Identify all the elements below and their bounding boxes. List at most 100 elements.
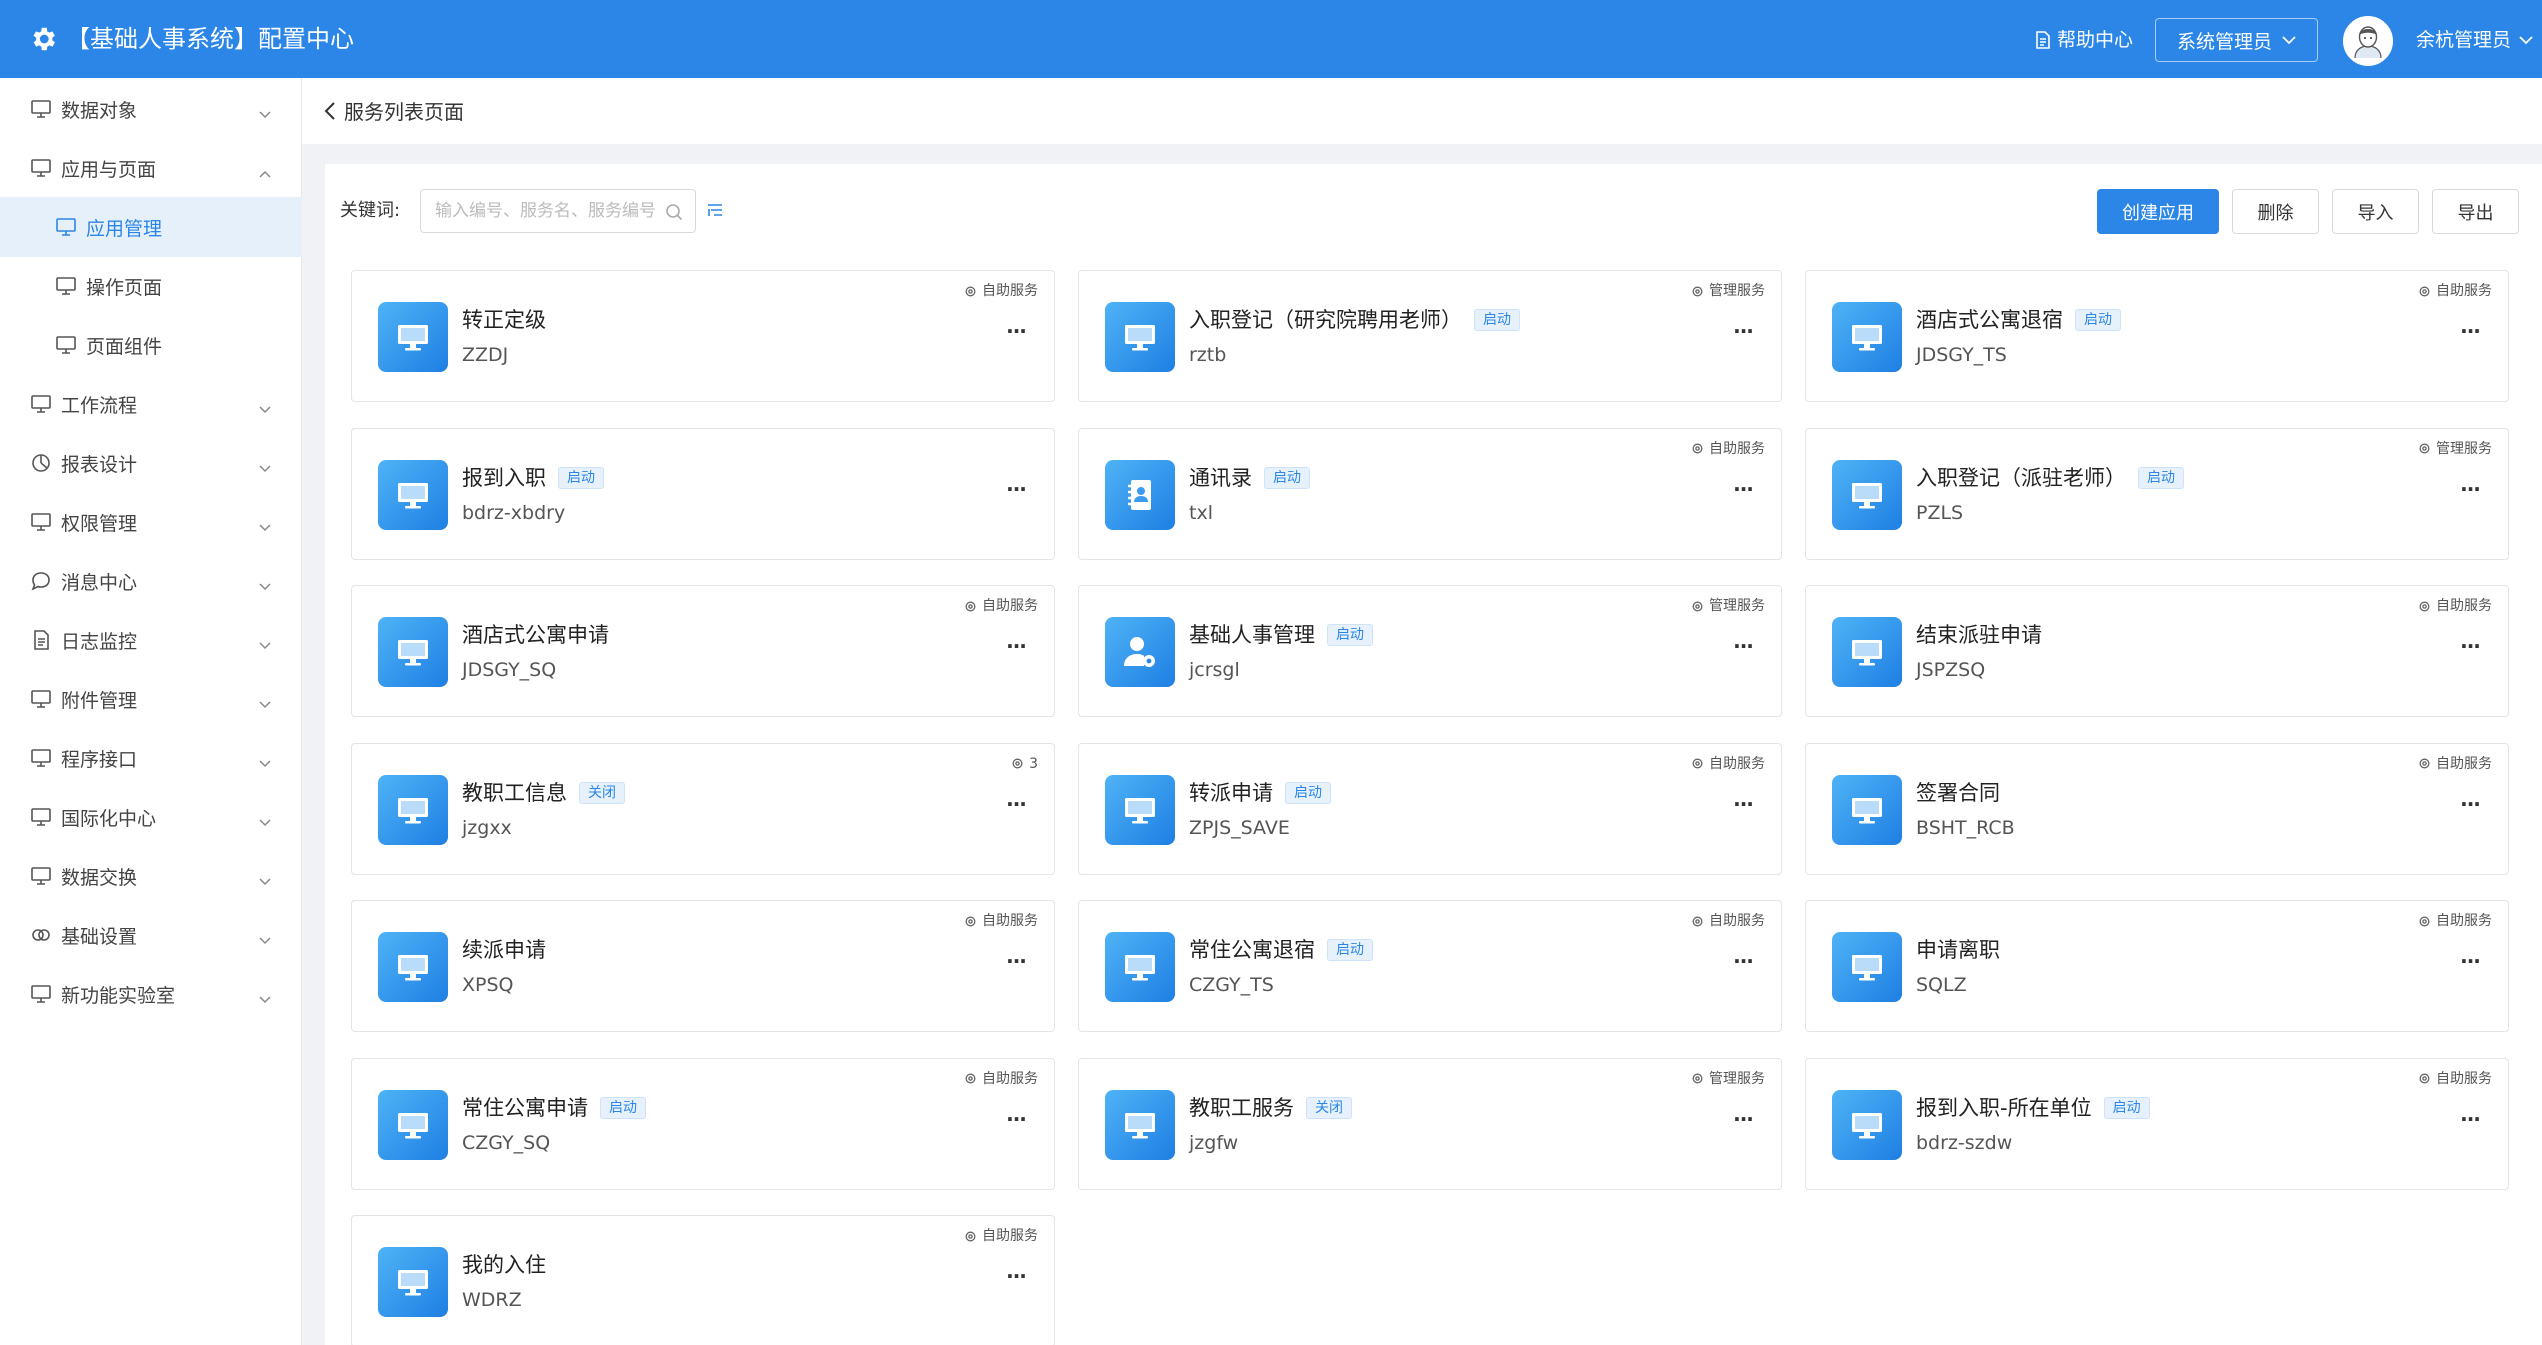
- sidebar-item-label: 新功能实验室: [61, 984, 176, 1007]
- avatar[interactable]: [2343, 16, 2393, 66]
- create-app-button[interactable]: 创建应用: [2097, 189, 2219, 234]
- more-options-icon[interactable]: ···: [1731, 321, 1755, 347]
- search-input[interactable]: [435, 190, 660, 232]
- more-options-icon[interactable]: ···: [2458, 479, 2482, 505]
- more-options-icon[interactable]: ···: [2458, 951, 2482, 977]
- more-options-icon[interactable]: ···: [1004, 794, 1028, 820]
- app-card[interactable]: 基础人事管理 启动 jcrsgl 管理服务 ···: [1078, 585, 1782, 717]
- sidebar-item[interactable]: 程序接口: [0, 728, 302, 788]
- sidebar-item[interactable]: 国际化中心: [0, 787, 302, 847]
- more-options-icon[interactable]: ···: [1004, 1266, 1028, 1292]
- search-icon[interactable]: [665, 203, 683, 221]
- page-topbar: 服务列表页面: [302, 78, 2542, 144]
- user-menu[interactable]: 余杭管理员: [2416, 26, 2533, 54]
- sidebar-item[interactable]: 应用与页面: [0, 138, 302, 198]
- app-code: jzgfw: [1189, 1131, 1239, 1154]
- app-card[interactable]: 通讯录 启动 txl 自助服务 ···: [1078, 427, 1782, 560]
- monitor-icon: [30, 689, 52, 709]
- app-code: WDRZ: [462, 1289, 522, 1311]
- app-card[interactable]: 申请离职 SQLZ 自助服务 ···: [1805, 900, 2509, 1032]
- app-card[interactable]: 转正定级 ZZDJ 自助服务 ···: [351, 270, 1055, 402]
- service-type-label: 自助服务: [982, 1070, 1038, 1087]
- monitor-icon: [1105, 932, 1175, 1002]
- more-options-icon[interactable]: ···: [2458, 321, 2482, 347]
- service-type: 管理服务: [1691, 1069, 1765, 1089]
- app-card[interactable]: 签署合同 BSHT_RCB 自助服务 ···: [1805, 742, 2509, 875]
- app-code: XPSQ: [462, 974, 514, 996]
- service-type-label: 自助服务: [1709, 440, 1765, 457]
- more-options-icon[interactable]: ···: [1731, 794, 1755, 820]
- app-code: JDSGY_SQ: [462, 659, 557, 681]
- chevron-down-icon: [258, 811, 272, 827]
- keyword-label: 关键词:: [340, 200, 401, 221]
- sidebar-item[interactable]: 页面组件: [0, 315, 302, 375]
- monitor-icon: [30, 158, 52, 178]
- sidebar-item-label: 附件管理: [61, 689, 138, 712]
- app-code: JSPZSQ: [1916, 659, 1986, 681]
- import-button[interactable]: 导入: [2332, 189, 2419, 234]
- role-select[interactable]: 系统管理员: [2155, 18, 2318, 62]
- sidebar-item[interactable]: 消息中心: [0, 551, 302, 611]
- more-options-icon[interactable]: ···: [1731, 479, 1755, 505]
- more-options-icon[interactable]: ···: [1731, 636, 1755, 662]
- app-card[interactable]: 报到入职-所在单位 启动 bdrz-szdw 自助服务 ···: [1805, 1057, 2509, 1190]
- role-select-value: 系统管理员: [2176, 30, 2272, 53]
- sidebar-item-label: 页面组件: [86, 335, 163, 358]
- app-card[interactable]: 教职工服务 关闭 jzgfw 管理服务 ···: [1078, 1057, 1782, 1190]
- app-card[interactable]: 结束派驻申请 JSPZSQ 自助服务 ···: [1805, 585, 2509, 717]
- app-card[interactable]: 报到入职 启动 bdrz-xbdry ···: [351, 427, 1055, 560]
- monitor-icon: [378, 932, 448, 1002]
- app-card[interactable]: 酒店式公寓申请 JDSGY_SQ 自助服务 ···: [351, 585, 1055, 717]
- sidebar-item[interactable]: 报表设计: [0, 433, 302, 493]
- sidebar-item[interactable]: 数据对象: [0, 79, 302, 139]
- sidebar-item[interactable]: 附件管理: [0, 669, 302, 729]
- gear-icon: [2419, 286, 2430, 296]
- app-name: 入职登记（研究院聘用老师）: [1189, 308, 1462, 332]
- sidebar-item[interactable]: 工作流程: [0, 374, 302, 434]
- more-options-icon[interactable]: ···: [1004, 951, 1028, 977]
- monitor-icon: [30, 512, 52, 532]
- gear-icon: [965, 916, 976, 926]
- app-card[interactable]: 续派申请 XPSQ 自助服务 ···: [351, 900, 1055, 1032]
- app-card[interactable]: 入职登记（派驻老师） 启动 PZLS 管理服务 ···: [1805, 427, 2509, 560]
- service-type-label: 自助服务: [2436, 913, 2492, 929]
- app-name: 报到入职: [462, 465, 546, 490]
- sidebar-item[interactable]: 基础设置: [0, 905, 302, 965]
- app-card[interactable]: 转派申请 启动 ZPJS_SAVE 自助服务 ···: [1078, 742, 1782, 875]
- service-type: 3: [1011, 754, 1038, 774]
- app-card[interactable]: 酒店式公寓退宿 启动 JDSGY_TS 自助服务 ···: [1805, 270, 2509, 402]
- app-code: jzgxx: [462, 816, 512, 839]
- app-card-name-row: 入职登记（研究院聘用老师） 启动: [1189, 305, 1520, 335]
- sidebar-item[interactable]: 权限管理: [0, 492, 302, 552]
- more-options-icon[interactable]: ···: [1004, 636, 1028, 662]
- monitor-icon: [378, 302, 448, 372]
- sidebar-item[interactable]: 操作页面: [0, 256, 302, 316]
- app-card[interactable]: 常住公寓申请 启动 CZGY_SQ 自助服务 ···: [351, 1057, 1055, 1190]
- app-name: 基础人事管理: [1189, 623, 1315, 647]
- more-options-icon[interactable]: ···: [1731, 951, 1755, 977]
- delete-button[interactable]: 删除: [2232, 189, 2319, 234]
- app-card[interactable]: 教职工信息 关闭 jzgxx 3 ···: [351, 742, 1055, 875]
- app-name: 通讯录: [1189, 465, 1252, 490]
- more-options-icon[interactable]: ···: [1004, 479, 1028, 505]
- more-options-icon[interactable]: ···: [2458, 636, 2482, 662]
- more-options-icon[interactable]: ···: [2458, 794, 2482, 820]
- app-card-name-row: 续派申请: [462, 935, 546, 965]
- export-button[interactable]: 导出: [2432, 189, 2519, 234]
- filter-icon[interactable]: [707, 203, 723, 219]
- more-options-icon[interactable]: ···: [2458, 1109, 2482, 1135]
- help-center-link[interactable]: 帮助中心: [2035, 26, 2133, 54]
- app-card[interactable]: 我的入住 WDRZ 自助服务 ···: [351, 1215, 1055, 1345]
- sidebar-item[interactable]: 日志监控: [0, 610, 302, 670]
- sidebar-item[interactable]: 新功能实验室: [0, 964, 302, 1024]
- sidebar-item[interactable]: 数据交换: [0, 846, 302, 906]
- monitor-icon: [378, 774, 448, 845]
- sidebar-item[interactable]: 应用管理: [0, 197, 302, 257]
- app-card[interactable]: 常住公寓退宿 启动 CZGY_TS 自助服务 ···: [1078, 900, 1782, 1032]
- app-card[interactable]: 入职登记（研究院聘用老师） 启动 rztb 管理服务 ···: [1078, 270, 1782, 402]
- more-options-icon[interactable]: ···: [1004, 1109, 1028, 1135]
- more-options-icon[interactable]: ···: [1731, 1109, 1755, 1135]
- back-button[interactable]: 服务列表页面: [324, 96, 464, 125]
- more-options-icon[interactable]: ···: [1004, 321, 1028, 347]
- app-name: 教职工信息: [462, 780, 567, 805]
